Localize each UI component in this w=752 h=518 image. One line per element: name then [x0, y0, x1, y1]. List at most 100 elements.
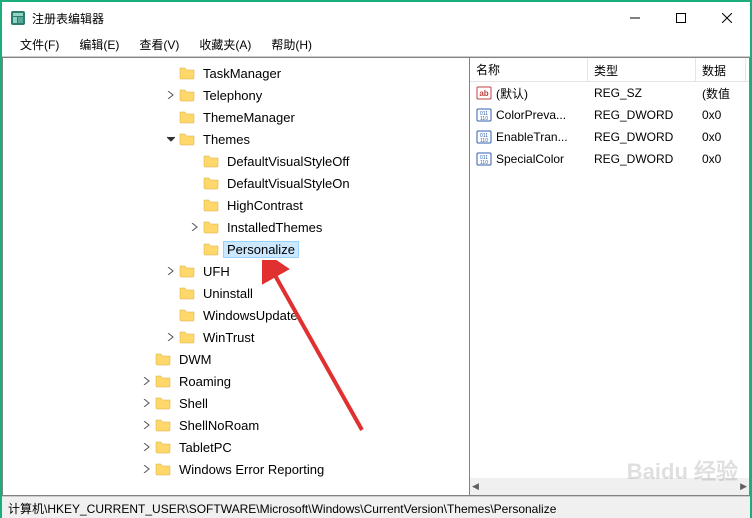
tree-item[interactable]: DefaultVisualStyleOn: [3, 172, 469, 194]
value-name-cell: 011110SpecialColor: [470, 149, 588, 169]
expand-icon[interactable]: [163, 87, 179, 103]
tree-item[interactable]: InstalledThemes: [3, 216, 469, 238]
tree-item[interactable]: ThemeManager: [3, 106, 469, 128]
folder-icon: [155, 352, 171, 366]
folder-icon: [203, 176, 219, 190]
horizontal-scrollbar[interactable]: ◀ ▶: [470, 478, 749, 495]
tree-item[interactable]: HighContrast: [3, 194, 469, 216]
folder-icon: [155, 440, 171, 454]
value-type-cell: REG_DWORD: [588, 106, 696, 124]
tree-item-label: Telephony: [199, 87, 266, 104]
tree-item[interactable]: Uninstall: [3, 282, 469, 304]
tree-item-label: DefaultVisualStyleOff: [223, 153, 353, 170]
expand-icon[interactable]: [139, 439, 155, 455]
tree-item-label: WindowsUpdate: [199, 307, 302, 324]
tree-item-label: InstalledThemes: [223, 219, 326, 236]
tree-item[interactable]: Windows Error Reporting: [3, 458, 469, 480]
header-name[interactable]: 名称: [470, 58, 588, 81]
tree-item-label: Roaming: [175, 373, 235, 390]
expand-icon[interactable]: [139, 395, 155, 411]
list-row[interactable]: 011110ColorPreva...REG_DWORD0x0: [470, 104, 749, 126]
folder-icon: [155, 418, 171, 432]
folder-icon: [179, 286, 195, 300]
tree-item-label: TaskManager: [199, 65, 285, 82]
folder-icon: [155, 462, 171, 476]
tree-item-label: Windows Error Reporting: [175, 461, 328, 478]
tree-item[interactable]: ShellNoRoam: [3, 414, 469, 436]
tree-item-label: DWM: [175, 351, 216, 368]
tree-item[interactable]: UFH: [3, 260, 469, 282]
dword-value-icon: 011110: [476, 129, 492, 145]
tree-item[interactable]: Roaming: [3, 370, 469, 392]
statusbar: 计算机\HKEY_CURRENT_USER\SOFTWARE\Microsoft…: [2, 496, 750, 518]
tree-item[interactable]: Shell: [3, 392, 469, 414]
tree-item-label: Shell: [175, 395, 212, 412]
header-data[interactable]: 数据: [696, 58, 746, 81]
minimize-button[interactable]: [612, 3, 658, 33]
tree-item[interactable]: DWM: [3, 348, 469, 370]
tree-item-label: UFH: [199, 263, 234, 280]
menu-favorites[interactable]: 收藏夹(A): [189, 34, 261, 56]
tree-item-label: Themes: [199, 131, 254, 148]
folder-icon: [179, 132, 195, 146]
list-pane: 名称 类型 数据 ab(默认)REG_SZ(数值011110ColorPreva…: [470, 57, 750, 496]
folder-icon: [203, 220, 219, 234]
tree-item[interactable]: Telephony: [3, 84, 469, 106]
folder-icon: [155, 374, 171, 388]
list-row[interactable]: 011110EnableTran...REG_DWORD0x0: [470, 126, 749, 148]
value-name-cell: 011110EnableTran...: [470, 127, 588, 147]
tree-item-label: HighContrast: [223, 197, 307, 214]
expand-icon[interactable]: [139, 373, 155, 389]
tree-item-label: Uninstall: [199, 285, 257, 302]
collapse-icon[interactable]: [163, 131, 179, 147]
expand-icon[interactable]: [187, 219, 203, 235]
window-title: 注册表编辑器: [32, 10, 612, 27]
svg-text:110: 110: [480, 116, 488, 122]
tree-item-label: DefaultVisualStyleOn: [223, 175, 354, 192]
tree-item[interactable]: Personalize: [3, 238, 469, 260]
menu-view[interactable]: 查看(V): [129, 34, 189, 56]
tree-item-label: WinTrust: [199, 329, 259, 346]
svg-text:110: 110: [480, 160, 488, 166]
tree-pane[interactable]: TaskManager Telephony ThemeManager Themes De…: [2, 57, 470, 496]
tree-item[interactable]: WindowsUpdate: [3, 304, 469, 326]
list-row[interactable]: 011110SpecialColorREG_DWORD0x0: [470, 148, 749, 170]
expand-icon[interactable]: [163, 329, 179, 345]
tree-item[interactable]: TaskManager: [3, 62, 469, 84]
window-controls: [612, 3, 750, 33]
menu-help[interactable]: 帮助(H): [261, 34, 322, 56]
expand-icon[interactable]: [139, 461, 155, 477]
header-type[interactable]: 类型: [588, 58, 696, 81]
value-type-cell: REG_DWORD: [588, 128, 696, 146]
svg-text:ab: ab: [479, 89, 488, 98]
menubar: 文件(F) 编辑(E) 查看(V) 收藏夹(A) 帮助(H): [2, 34, 750, 56]
value-data-cell: 0x0: [696, 106, 746, 124]
scroll-left-icon[interactable]: ◀: [472, 481, 479, 492]
tree-item[interactable]: TabletPC: [3, 436, 469, 458]
string-value-icon: ab: [476, 85, 492, 101]
tree-item[interactable]: WinTrust: [3, 326, 469, 348]
folder-icon: [179, 110, 195, 124]
menu-edit[interactable]: 编辑(E): [69, 34, 129, 56]
list-header: 名称 类型 数据: [470, 58, 749, 82]
list-row[interactable]: ab(默认)REG_SZ(数值: [470, 82, 749, 104]
dword-value-icon: 011110: [476, 151, 492, 167]
close-button[interactable]: [704, 3, 750, 33]
scroll-right-icon[interactable]: ▶: [740, 481, 747, 492]
folder-icon: [179, 308, 195, 322]
folder-icon: [203, 242, 219, 256]
maximize-button[interactable]: [658, 3, 704, 33]
list-body[interactable]: ab(默认)REG_SZ(数值011110ColorPreva...REG_DW…: [470, 82, 749, 478]
tree-item[interactable]: DefaultVisualStyleOff: [3, 150, 469, 172]
folder-icon: [179, 88, 195, 102]
app-icon: [10, 10, 26, 26]
folder-icon: [179, 264, 195, 278]
expand-icon[interactable]: [139, 417, 155, 433]
folder-icon: [203, 154, 219, 168]
menu-file[interactable]: 文件(F): [10, 34, 69, 56]
folder-icon: [203, 198, 219, 212]
expand-icon[interactable]: [163, 263, 179, 279]
value-name-cell: ab(默认): [470, 83, 588, 104]
tree-item[interactable]: Themes: [3, 128, 469, 150]
value-type-cell: REG_DWORD: [588, 150, 696, 168]
